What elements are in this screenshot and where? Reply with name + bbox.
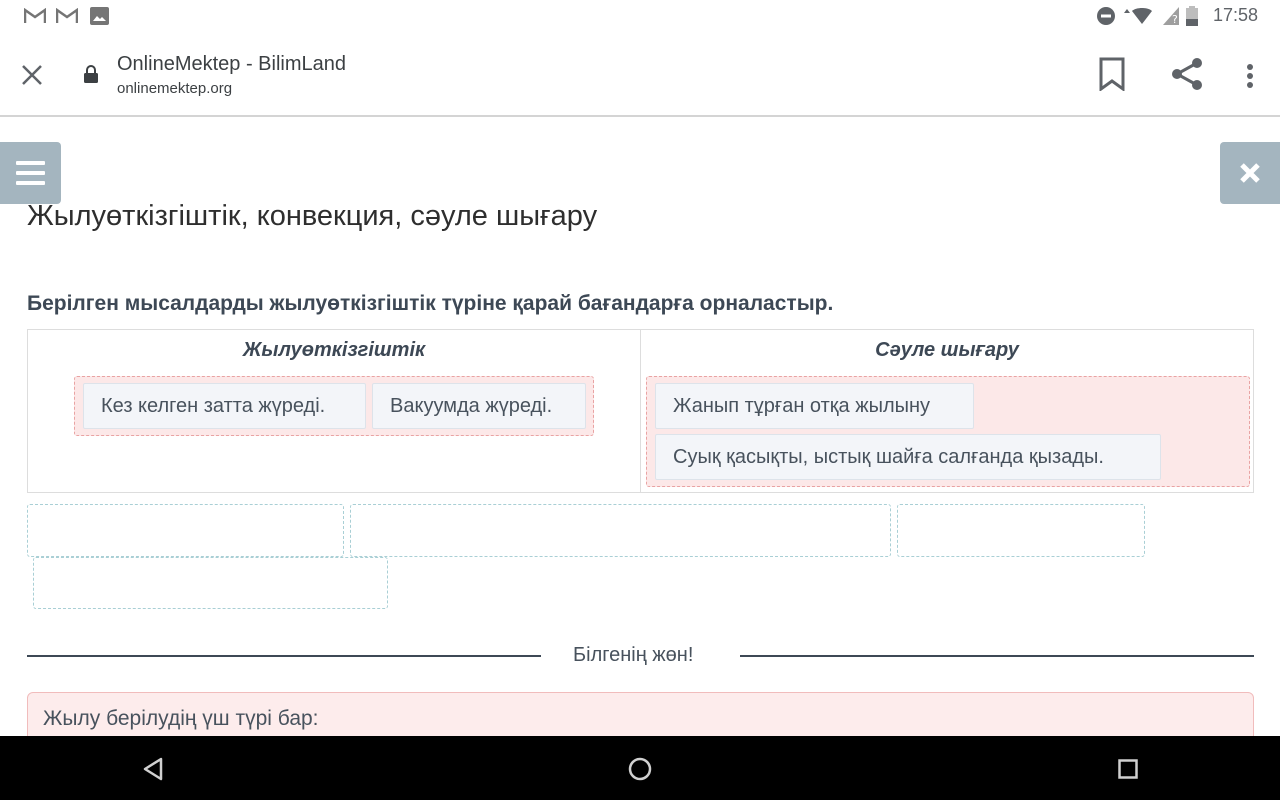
status-bar: ? 17:58	[0, 0, 1280, 33]
divider-line	[740, 655, 1254, 657]
dnd-icon	[1096, 6, 1116, 26]
empty-answer-slot[interactable]	[350, 504, 891, 557]
answer-chip[interactable]: Жанып тұрған отқа жылыну	[655, 383, 974, 429]
hamburger-icon-bar	[16, 181, 45, 185]
page-title: Жылуөткізгіштік, конвекция, сәуле шығару	[27, 200, 598, 232]
no-signal-icon: ?	[1163, 6, 1179, 26]
answer-chip[interactable]: Кез келген затта жүреді.	[83, 383, 366, 429]
column-heading-radiation: Сәуле шығару	[875, 339, 1019, 361]
menu-button[interactable]	[0, 142, 61, 204]
share-icon[interactable]	[1169, 56, 1205, 92]
page-tab-title: OnlineMektep - BilimLand	[117, 53, 346, 75]
battery-icon	[1185, 6, 1199, 26]
empty-answer-slot[interactable]	[33, 557, 388, 609]
answer-chip[interactable]: Вакуумда жүреді.	[372, 383, 586, 429]
svg-text:?: ?	[1172, 13, 1178, 25]
divider-line	[27, 655, 541, 657]
answer-chip[interactable]: Суық қасықты, ыстық шайға салғанда қызад…	[655, 434, 1161, 480]
section-label: Білгенің жөн!	[573, 644, 694, 666]
hamburger-icon-bar	[16, 171, 45, 175]
close-lesson-button[interactable]	[1220, 142, 1280, 204]
hamburger-icon-bar	[16, 161, 45, 165]
photo-icon	[89, 6, 109, 26]
back-icon[interactable]	[138, 754, 168, 784]
more-icon[interactable]	[1244, 63, 1256, 89]
address-url[interactable]: onlinemektep.org	[117, 80, 232, 97]
bookmark-icon[interactable]	[1098, 57, 1126, 92]
task-instruction: Берілген мысалдарды жылуөткізгіштік түрі…	[27, 292, 834, 315]
empty-answer-slot[interactable]	[27, 504, 344, 557]
gmail-icon	[56, 6, 78, 26]
empty-answer-slot[interactable]	[897, 504, 1145, 557]
sorting-table: Жылуөткізгіштік Сәуле шығару Кез келген …	[27, 329, 1254, 493]
close-icon	[1240, 163, 1260, 183]
recents-icon[interactable]	[1113, 754, 1143, 784]
gmail-icon	[24, 6, 46, 26]
close-icon[interactable]	[20, 63, 44, 87]
home-icon[interactable]	[625, 754, 655, 784]
info-text: Жылу берілудің үш түрі бар:	[43, 707, 319, 730]
wifi-icon	[1122, 6, 1162, 26]
clock: 17:58	[1212, 5, 1258, 25]
column-heading-conduction: Жылуөткізгіштік	[242, 339, 426, 361]
lock-icon	[83, 64, 99, 84]
browser-toolbar: OnlineMektep - BilimLand onlinemektep.or…	[0, 33, 1280, 117]
system-nav-bar	[0, 736, 1280, 800]
